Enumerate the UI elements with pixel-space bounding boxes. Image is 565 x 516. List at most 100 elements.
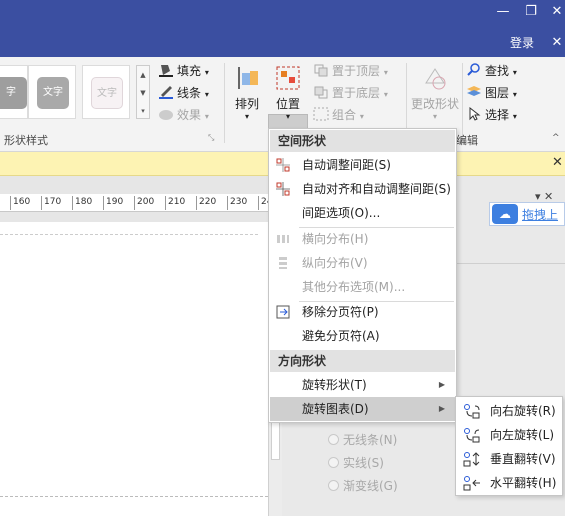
layers-button[interactable]: 图层 ▾ xyxy=(466,83,517,103)
position-dropdown-icon: ▾ xyxy=(285,112,290,121)
minimize-button[interactable]: — xyxy=(492,3,514,21)
drag-upload-label: 拖拽上 xyxy=(522,208,559,222)
change-shape-label: 更改形状 xyxy=(410,97,459,111)
cloud-icon: ☁ xyxy=(492,204,518,224)
menu-item-auto-space[interactable]: 自动调整间距(S) xyxy=(270,153,455,177)
radio-circle-icon xyxy=(328,434,339,445)
send-to-back-button[interactable]: 置于底层 ▾ xyxy=(313,83,388,103)
fill-button[interactable]: 填充 ▾ xyxy=(158,61,209,81)
select-button[interactable]: 选择 ▾ xyxy=(466,105,517,125)
group-icon xyxy=(313,107,329,121)
arrange-button[interactable]: 排列 ▾ xyxy=(229,63,265,121)
arrange-icon xyxy=(232,63,262,93)
close-button[interactable]: ✕ xyxy=(546,3,565,21)
menu-item-avoid-page-breaks-label: 避免分页符(A) xyxy=(302,329,380,343)
submenu-flip-vertical-label: 垂直翻转(V) xyxy=(490,452,556,466)
submenu-flip-horizontal[interactable]: 水平翻转(H) xyxy=(457,471,561,495)
rotate-left-icon xyxy=(464,428,480,443)
login-link[interactable]: 登录 xyxy=(510,34,534,51)
message-close-icon[interactable]: ✕ xyxy=(552,155,563,170)
menu-item-distribute-v[interactable]: 纵向分布(V) xyxy=(270,251,455,275)
menu-item-rotate-shapes-label: 旋转形状(T) xyxy=(302,378,367,392)
submenu-rotate-left[interactable]: 向左旋转(L) xyxy=(457,423,561,447)
shape-style-thumb-1-label: 字 xyxy=(0,77,27,109)
menu-item-rotate-diagram-label: 旋转图表(D) xyxy=(302,402,369,416)
dialog-launcher-icon[interactable]: ⤡ xyxy=(208,132,214,144)
ribbon-separator xyxy=(462,63,463,143)
bring-to-front-button[interactable]: 置于顶层 ▾ xyxy=(313,61,388,81)
position-label: 位置 xyxy=(275,97,300,111)
radio-no-line-label: 无线条(N) xyxy=(343,433,398,447)
position-button[interactable]: 位置 ▾ xyxy=(270,63,306,121)
menu-item-auto-align-space[interactable]: 自动对齐和自动调整间距(S) xyxy=(270,177,455,201)
radio-gradient-line[interactable]: 渐变线(G) xyxy=(328,477,398,494)
gallery-scroll[interactable]: ▲ ▼ ▾ xyxy=(136,65,150,119)
menu-item-distribute-h[interactable]: 横向分布(H) xyxy=(270,227,455,251)
menu-item-remove-page-breaks[interactable]: 移除分页符(P) xyxy=(270,300,455,324)
ribbon-close-button[interactable]: ✕ xyxy=(546,34,565,52)
menu-header-orient: 方向形状 xyxy=(270,350,455,372)
ruler-tick: 200 xyxy=(134,196,154,210)
drawing-canvas[interactable] xyxy=(0,212,268,516)
radio-solid-line-label: 实线(S) xyxy=(343,456,384,470)
radio-circle-icon xyxy=(328,480,339,491)
scroll-down-icon[interactable]: ▼ xyxy=(137,84,149,102)
submenu-flip-vertical[interactable]: 垂直翻转(V) xyxy=(457,447,561,471)
drag-upload-button[interactable]: ☁ 拖拽上 xyxy=(489,202,565,226)
submenu-rotate-right[interactable]: 向右旋转(R) xyxy=(457,399,561,423)
ruler-tick: 230 xyxy=(227,196,247,210)
menu-item-distribute-h-label: 横向分布(H) xyxy=(302,232,369,246)
line-button[interactable]: 线条 ▾ xyxy=(158,83,209,103)
distribute-horizontal-icon xyxy=(277,235,289,243)
ruler-tick: 170 xyxy=(41,196,61,210)
menu-item-rotate-shapes[interactable]: 旋转形状(T) ▶ xyxy=(270,373,455,397)
ruler-tick: 160 xyxy=(10,196,30,210)
restore-button[interactable]: ❐ xyxy=(520,3,542,21)
ruler-tick: 210 xyxy=(165,196,185,210)
change-shape-button[interactable]: 更改形状 ▾ xyxy=(410,63,460,121)
change-shape-dropdown-icon: ▾ xyxy=(432,112,437,121)
rotate-right-icon xyxy=(464,404,480,419)
shape-style-thumb-1[interactable]: 字 xyxy=(0,65,28,119)
arrange-label: 排列 xyxy=(234,97,259,111)
layers-icon xyxy=(467,86,481,96)
title-bar: — ❐ ✕ 登录 ✕ xyxy=(0,0,565,57)
remove-page-break-icon xyxy=(276,305,290,319)
scroll-up-icon[interactable]: ▲ xyxy=(137,66,149,84)
rotate-diagram-submenu: 向右旋转(R) 向左旋转(L) 垂直翻转(V) 水平翻转(H) xyxy=(455,396,563,496)
menu-item-more-distribute[interactable]: 其他分布选项(M)... xyxy=(270,275,455,299)
menu-header-space: 空间形状 xyxy=(270,130,455,152)
flip-vertical-icon xyxy=(463,452,480,467)
submenu-rotate-left-label: 向左旋转(L) xyxy=(490,428,555,442)
menu-item-auto-align-space-label: 自动对齐和自动调整间距(S) xyxy=(302,182,451,196)
ruler-tick: 220 xyxy=(196,196,216,210)
group-button[interactable]: 组合 ▾ xyxy=(313,105,364,125)
drawing-page[interactable] xyxy=(0,222,268,516)
group-label: 组合 xyxy=(332,108,357,122)
fill-label: 填充 xyxy=(177,64,202,78)
ruler-tick: 180 xyxy=(72,196,92,210)
menu-item-avoid-page-breaks[interactable]: 避免分页符(A) xyxy=(270,324,455,348)
ribbon-separator xyxy=(224,63,225,143)
collapse-ribbon-icon[interactable]: ^ xyxy=(552,132,560,144)
menu-item-space-options[interactable]: 间距选项(O)... xyxy=(270,201,455,225)
menu-item-rotate-diagram[interactable]: 旋转图表(D) ▶ xyxy=(270,397,455,421)
effect-button[interactable]: 效果 ▾ xyxy=(158,105,209,125)
page-break-line xyxy=(0,496,268,497)
submenu-arrow-icon: ▶ xyxy=(438,404,445,413)
flip-horizontal-icon xyxy=(463,476,480,491)
distribute-vertical-icon xyxy=(279,257,287,269)
find-button[interactable]: 查找 ▾ xyxy=(466,61,517,81)
shape-style-thumb-3[interactable]: 文字 xyxy=(82,65,130,119)
radio-no-line[interactable]: 无线条(N) xyxy=(328,431,397,448)
change-shape-icon xyxy=(420,63,450,93)
bring-front-label: 置于顶层 xyxy=(332,64,381,78)
shape-style-thumb-2[interactable]: 文字 xyxy=(28,65,76,119)
gallery-more-icon[interactable]: ▾ xyxy=(137,102,149,120)
shape-styles-group-label: 形状样式 xyxy=(4,134,48,147)
shape-style-thumb-2-label: 文字 xyxy=(37,77,69,109)
ruler-tick: 190 xyxy=(103,196,123,210)
radio-solid-line[interactable]: 实线(S) xyxy=(328,454,384,471)
auto-space-icon xyxy=(276,158,290,172)
auto-align-space-icon xyxy=(276,182,290,196)
